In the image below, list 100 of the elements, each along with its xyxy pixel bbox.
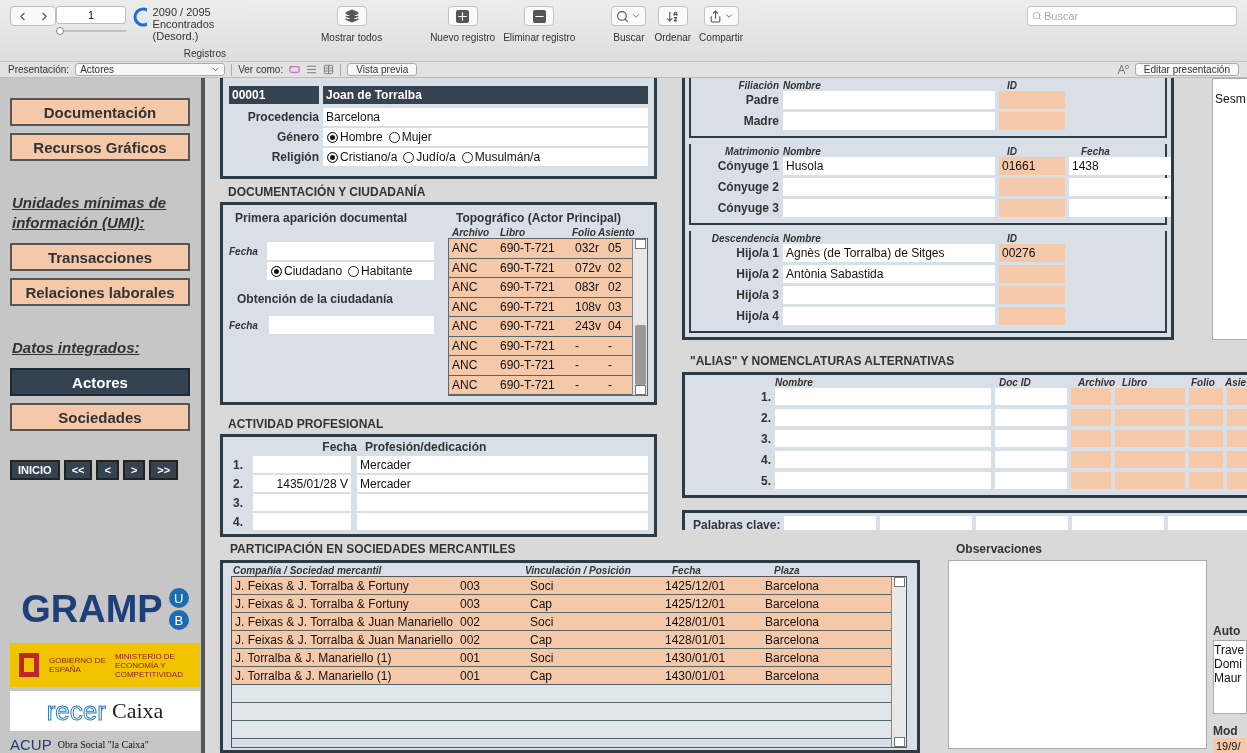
keyword-field[interactable]	[880, 516, 973, 530]
table-view-icon[interactable]	[323, 64, 335, 75]
id-field[interactable]	[999, 178, 1065, 196]
alias-name-field[interactable]	[775, 430, 991, 447]
alias-name-field[interactable]	[775, 451, 991, 468]
date-field[interactable]: 1438	[1069, 157, 1171, 175]
doc-id-field[interactable]	[995, 472, 1067, 489]
radio-option[interactable]: Cristiano/a	[327, 150, 398, 164]
date-field[interactable]	[253, 513, 351, 530]
date-field[interactable]	[1069, 199, 1171, 217]
form-view-icon[interactable]	[289, 64, 301, 75]
name-field[interactable]: Antònia Sabastida	[783, 265, 995, 283]
profession-field[interactable]: Mercader	[357, 456, 648, 473]
record-field[interactable]: 1	[56, 6, 126, 24]
id-field[interactable]	[999, 307, 1065, 325]
name-field[interactable]	[783, 91, 995, 109]
sidebar-button[interactable]: Recursos Gráficos	[10, 133, 190, 161]
minus-icon[interactable]	[524, 6, 555, 26]
table-cell-text: 690-T-721	[499, 357, 556, 375]
column-header: Libro	[500, 227, 526, 238]
sidebar-button[interactable]: Actores	[10, 368, 190, 396]
alias-name-field[interactable]	[775, 388, 991, 405]
table-cell-text: 1430/01/01	[664, 649, 727, 666]
id-field[interactable]	[999, 112, 1065, 130]
keyword-field[interactable]	[1072, 516, 1165, 530]
pages-icon[interactable]	[336, 6, 367, 26]
column-header: Plaza	[774, 565, 801, 576]
field-label: Cónyuge 1	[716, 159, 779, 173]
radio-option[interactable]: Musulmán/a	[461, 150, 541, 164]
sidebar-button[interactable]: Relaciones laborales	[10, 278, 190, 306]
record-nav-button[interactable]: >>	[149, 460, 179, 480]
date-field[interactable]	[253, 494, 351, 511]
id-field[interactable]: 00276	[999, 244, 1065, 262]
id-field[interactable]: 01661	[999, 157, 1065, 175]
name-field[interactable]	[783, 178, 995, 196]
id-field[interactable]	[999, 91, 1065, 109]
date-field[interactable]	[269, 316, 434, 334]
radio-option[interactable]: Ciudadano	[271, 264, 343, 278]
id-field[interactable]	[999, 199, 1065, 217]
record-nav-button[interactable]: <<	[63, 460, 93, 480]
text-size-icon[interactable]	[1116, 64, 1129, 75]
sort-icon[interactable]	[657, 6, 688, 26]
doc-id-field[interactable]	[995, 451, 1067, 468]
alias-name-field[interactable]	[775, 472, 991, 489]
id-field[interactable]	[999, 286, 1065, 304]
radio-option[interactable]: Judío/a	[403, 150, 456, 164]
keyword-field[interactable]	[976, 516, 1069, 530]
date-field[interactable]	[253, 456, 351, 473]
scrollbar[interactable]	[891, 577, 906, 747]
radio-option[interactable]: Habitante	[348, 264, 413, 278]
field-label: Padre	[744, 93, 779, 107]
actor-name-field[interactable]: Joan de Torralba	[323, 86, 648, 104]
record-nav-button[interactable]: >	[122, 460, 146, 480]
profession-field[interactable]	[357, 494, 648, 511]
record-nav-button[interactable]: <	[96, 460, 119, 480]
row-number: 1.	[760, 389, 771, 404]
name-field[interactable]: Agnès (de Torralba) de Sitges	[783, 244, 995, 262]
date-field[interactable]	[1069, 178, 1171, 196]
id-field[interactable]	[999, 265, 1065, 283]
actor-id-field[interactable]: 00001	[229, 86, 319, 104]
column-header: Doc ID	[999, 377, 1032, 388]
doc-id-field[interactable]	[995, 409, 1067, 426]
record-nav-button[interactable]: INICIO	[10, 460, 60, 480]
doc-id-field[interactable]	[995, 430, 1067, 447]
date-field[interactable]: 1435/01/28 V	[253, 475, 351, 492]
keyword-field[interactable]	[784, 516, 877, 530]
field-label: Hijo/a 1	[735, 246, 779, 260]
profession-field[interactable]: Mercader	[357, 475, 648, 492]
keyword-field[interactable]	[1168, 516, 1247, 530]
name-field[interactable]	[783, 199, 995, 217]
origin-field[interactable]: Barcelona	[323, 108, 648, 126]
records-label: Registros	[183, 48, 226, 59]
sidebar-button[interactable]: Documentación	[10, 98, 190, 126]
plus-icon[interactable]	[447, 6, 478, 26]
scrollbar[interactable]	[632, 239, 647, 395]
date-field[interactable]	[267, 242, 434, 260]
share-icon[interactable]	[703, 6, 739, 26]
record-slider[interactable]	[56, 27, 126, 35]
alias-name-field[interactable]	[775, 409, 991, 426]
name-field[interactable]	[783, 307, 995, 325]
name-field[interactable]	[783, 286, 995, 304]
profession-field[interactable]	[357, 513, 648, 530]
preview-button[interactable]: Vista previa	[347, 63, 418, 76]
row-number: 4.	[760, 452, 771, 467]
doc-id-field[interactable]	[995, 388, 1067, 405]
name-field[interactable]	[783, 112, 995, 130]
edit-layout-button[interactable]: Editar presentación	[1134, 63, 1239, 76]
list-view-icon[interactable]	[306, 64, 318, 75]
name-field[interactable]: Husola	[783, 157, 995, 175]
column-header: Asie	[1225, 377, 1247, 388]
field-label: Hijo/a 3	[735, 288, 779, 302]
table-cell-text: Soci	[529, 649, 555, 666]
sidebar-button[interactable]: Transacciones	[10, 243, 190, 271]
table-cell-text: ANC	[451, 259, 479, 277]
search-icon[interactable]	[611, 6, 647, 26]
radio-option[interactable]: Mujer	[388, 130, 432, 144]
observations-box[interactable]	[948, 560, 1207, 749]
radio-option[interactable]: Hombre	[327, 130, 383, 144]
sidebar-button[interactable]: Sociedades	[10, 403, 190, 431]
presentation-select[interactable]: Actores	[75, 63, 226, 76]
